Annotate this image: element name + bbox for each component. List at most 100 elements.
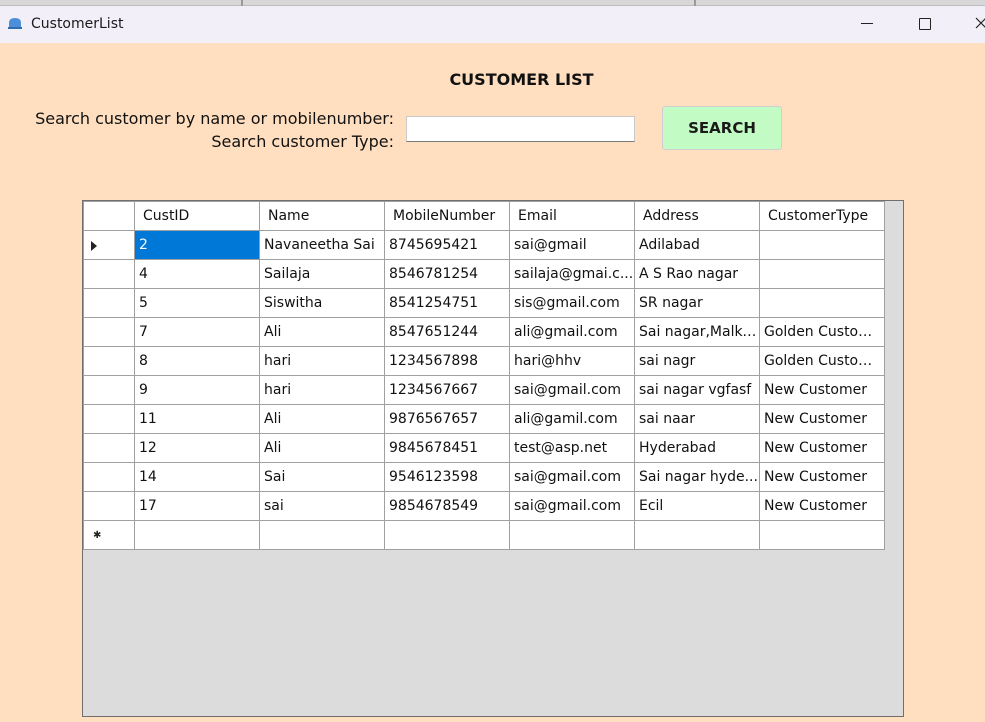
table-row[interactable]: 5 Siswitha 8541254751 sis@gmail.com SR nagar xyxy=(83,288,885,318)
maximize-button[interactable] xyxy=(902,6,948,43)
table-cell[interactable]: 14 xyxy=(134,462,260,492)
table-cell[interactable] xyxy=(759,288,885,318)
table-cell[interactable]: 4 xyxy=(134,259,260,289)
table-cell[interactable]: 11 xyxy=(134,404,260,434)
new-row-cell[interactable] xyxy=(759,520,885,550)
table-cell[interactable]: Golden Custom... xyxy=(759,317,885,347)
table-cell[interactable]: 8541254751 xyxy=(384,288,510,318)
table-cell[interactable]: sai@gmail xyxy=(509,230,635,260)
new-row-cell[interactable] xyxy=(259,520,385,550)
row-header-cell[interactable] xyxy=(83,462,135,492)
row-header-cell[interactable] xyxy=(83,404,135,434)
table-cell[interactable]: 9 xyxy=(134,375,260,405)
table-cell[interactable]: sai naar xyxy=(634,404,760,434)
row-header-cell[interactable] xyxy=(83,288,135,318)
table-cell[interactable]: Sai xyxy=(259,462,385,492)
table-cell[interactable]: hari@hhv xyxy=(509,346,635,376)
table-cell[interactable]: test@asp.net xyxy=(509,433,635,463)
table-row[interactable]: 2 Navaneetha Sai 8745695421 sai@gmail Adilab… xyxy=(83,230,885,260)
table-cell[interactable]: Sai nagar hyde... xyxy=(634,462,760,492)
column-header-customertype[interactable]: CustomerType xyxy=(759,201,885,231)
table-cell[interactable]: 8745695421 xyxy=(384,230,510,260)
table-cell[interactable]: ali@gmail.com xyxy=(509,317,635,347)
table-cell[interactable]: Ali xyxy=(259,433,385,463)
table-cell[interactable]: hari xyxy=(259,375,385,405)
corner-header-cell[interactable] xyxy=(83,201,135,231)
table-cell[interactable]: sai xyxy=(259,491,385,521)
table-cell[interactable]: 9876567657 xyxy=(384,404,510,434)
table-cell[interactable]: New Customer xyxy=(759,404,885,434)
table-cell[interactable]: 12 xyxy=(134,433,260,463)
table-cell[interactable]: sai@gmail.com xyxy=(509,375,635,405)
table-cell[interactable]: Golden Customer xyxy=(759,346,885,376)
new-row-cell[interactable] xyxy=(384,520,510,550)
table-cell[interactable]: Navaneetha Sai xyxy=(259,230,385,260)
table-cell[interactable]: 9854678549 xyxy=(384,491,510,521)
table-cell[interactable]: hari xyxy=(259,346,385,376)
table-row[interactable]: 7 Ali 8547651244 ali@gmail.com Sai nagar,Mal… xyxy=(83,317,885,347)
table-row[interactable]: 17 sai 9854678549 sai@gmail.com Ecil New Cust… xyxy=(83,491,885,521)
table-cell[interactable]: Siswitha xyxy=(259,288,385,318)
table-cell[interactable]: sai nagr xyxy=(634,346,760,376)
table-cell[interactable]: 9546123598 xyxy=(384,462,510,492)
table-cell[interactable]: ali@gamil.com xyxy=(509,404,635,434)
new-row-cell[interactable] xyxy=(634,520,760,550)
column-header-address[interactable]: Address xyxy=(634,201,760,231)
column-header-name[interactable]: Name xyxy=(259,201,385,231)
new-row-cell[interactable] xyxy=(509,520,635,550)
table-row[interactable]: 8 hari 1234567898 hari@hhv sai nagr Golden Cu… xyxy=(83,346,885,376)
table-cell[interactable]: Sai nagar,Malka... xyxy=(634,317,760,347)
table-cell[interactable] xyxy=(759,230,885,260)
table-cell[interactable]: 8547651244 xyxy=(384,317,510,347)
table-cell[interactable]: 1234567667 xyxy=(384,375,510,405)
table-row[interactable]: 14 Sai 9546123598 sai@gmail.com Sai nagar hy… xyxy=(83,462,885,492)
row-header-cell[interactable]: ✱ xyxy=(83,520,135,550)
search-button[interactable]: SEARCH xyxy=(662,106,782,150)
table-cell[interactable]: Adilabad xyxy=(634,230,760,260)
column-header-custid[interactable]: CustID xyxy=(134,201,260,231)
column-header-mobilenumber[interactable]: MobileNumber xyxy=(384,201,510,231)
table-cell[interactable]: SR nagar xyxy=(634,288,760,318)
row-header-cell[interactable] xyxy=(83,259,135,289)
table-cell[interactable]: New Customer xyxy=(759,433,885,463)
table-cell[interactable]: sai@gmail.com xyxy=(509,462,635,492)
search-input[interactable] xyxy=(406,116,635,142)
table-row[interactable]: 11 Ali 9876567657 ali@gamil.com sai naar New … xyxy=(83,404,885,434)
new-row[interactable]: ✱ xyxy=(83,520,885,550)
table-cell[interactable]: sai nagar vgfasf xyxy=(634,375,760,405)
table-cell[interactable]: sai@gmail.com xyxy=(509,491,635,521)
customer-grid[interactable]: CustID Name MobileNumber Email Address C… xyxy=(82,200,904,717)
table-cell[interactable]: 17 xyxy=(134,491,260,521)
minimize-button[interactable] xyxy=(844,6,890,43)
table-cell[interactable]: 7 xyxy=(134,317,260,347)
row-header-cell[interactable] xyxy=(83,317,135,347)
table-cell[interactable] xyxy=(759,259,885,289)
row-header-cell[interactable] xyxy=(83,375,135,405)
table-cell[interactable]: sailaja@gmai.c... xyxy=(509,259,635,289)
title-bar[interactable]: CustomerList xyxy=(0,6,985,43)
table-cell[interactable]: sis@gmail.com xyxy=(509,288,635,318)
new-row-cell[interactable] xyxy=(134,520,260,550)
table-cell[interactable]: Hyderabad xyxy=(634,433,760,463)
table-cell[interactable]: 5 xyxy=(134,288,260,318)
table-row[interactable]: 4 Sailaja 8546781254 sailaja@gmai.c... A S R… xyxy=(83,259,885,289)
table-cell[interactable]: Ecil xyxy=(634,491,760,521)
row-header-cell[interactable] xyxy=(83,346,135,376)
table-cell[interactable]: A S Rao nagar xyxy=(634,259,760,289)
table-row[interactable]: 12 Ali 9845678451 test@asp.net Hyderabad New … xyxy=(83,433,885,463)
table-cell[interactable]: 1234567898 xyxy=(384,346,510,376)
table-cell[interactable]: Ali xyxy=(259,404,385,434)
row-header-cell[interactable] xyxy=(83,230,135,260)
table-cell[interactable]: New Customer xyxy=(759,462,885,492)
column-header-email[interactable]: Email xyxy=(509,201,635,231)
table-cell[interactable]: 8546781254 xyxy=(384,259,510,289)
table-cell[interactable]: New Customer xyxy=(759,375,885,405)
table-cell[interactable]: New Customer xyxy=(759,491,885,521)
table-row[interactable]: 9 hari 1234567667 sai@gmail.com sai nagar vg… xyxy=(83,375,885,405)
table-cell[interactable]: 8 xyxy=(134,346,260,376)
table-cell[interactable]: Sailaja xyxy=(259,259,385,289)
table-cell[interactable]: 9845678451 xyxy=(384,433,510,463)
close-button[interactable] xyxy=(960,6,985,43)
row-header-cell[interactable] xyxy=(83,491,135,521)
table-cell[interactable]: 2 xyxy=(134,230,260,260)
